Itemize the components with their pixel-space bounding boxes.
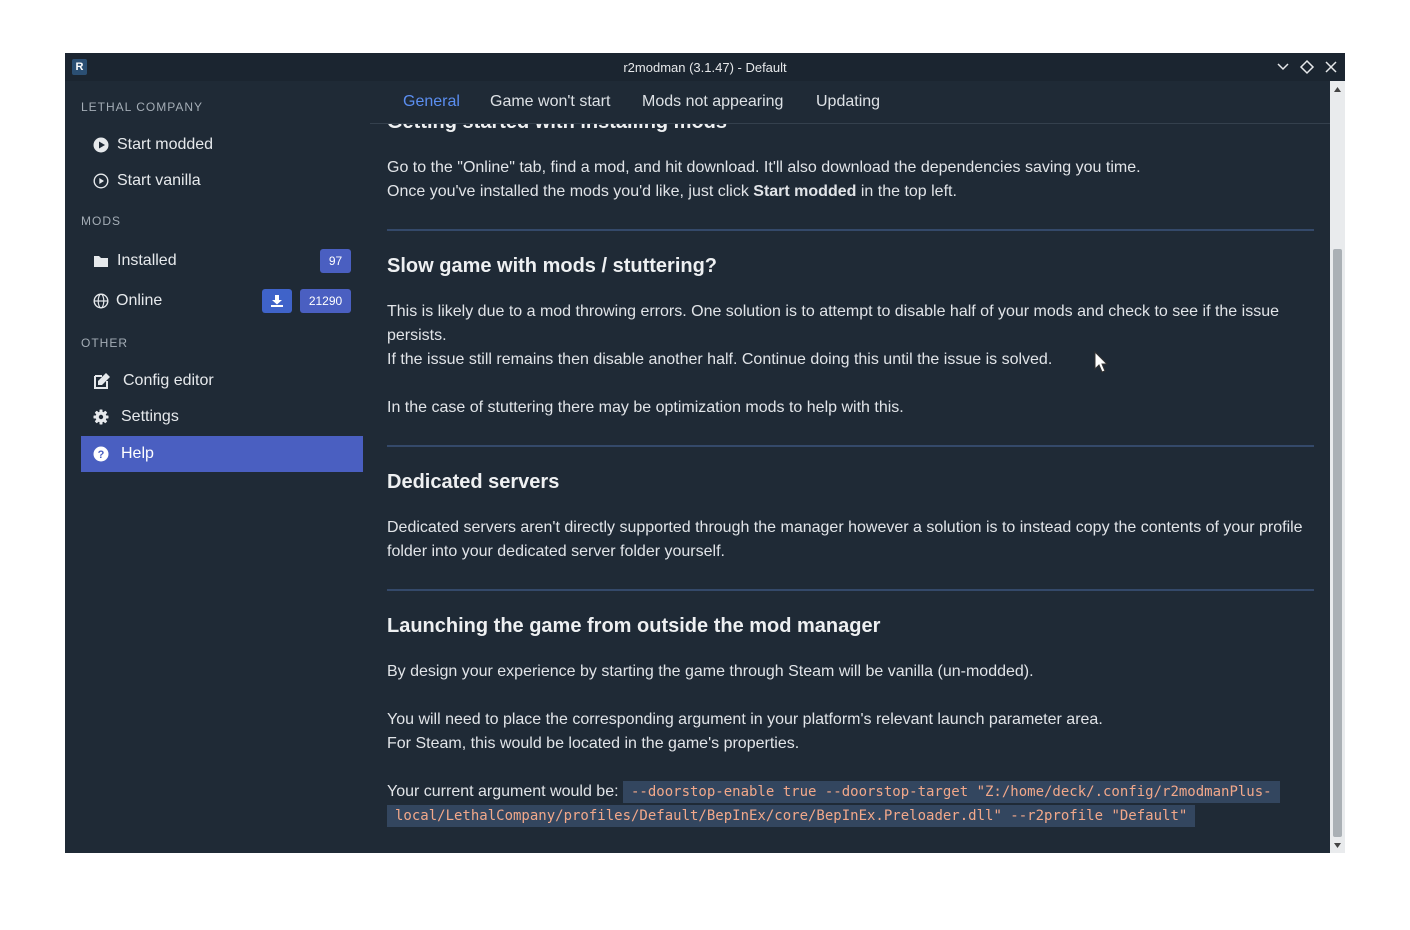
launch-argument-label: Your current argument would be: — [387, 783, 623, 800]
slow-game-paragraph-3: In the case of stuttering there may be o… — [387, 399, 904, 416]
launching-paragraph-2: You will need to place the corresponding… — [387, 711, 1103, 728]
window-title: r2modman (3.1.47) - Default — [623, 60, 787, 75]
download-button[interactable] — [262, 289, 292, 313]
minimize-icon — [1277, 63, 1289, 71]
slow-game-paragraph-1: This is likely due to a mod throwing err… — [387, 303, 1279, 344]
download-icon — [271, 295, 283, 307]
play-circle-outline-icon — [93, 173, 109, 189]
edit-icon — [94, 373, 110, 389]
sidebar-item-label: Settings — [121, 408, 179, 425]
tab-general[interactable]: General — [403, 93, 460, 111]
sidebar-item-label: Installed — [117, 252, 177, 269]
tab-updating[interactable]: Updating — [816, 93, 880, 111]
sidebar-item-label: Help — [121, 445, 154, 462]
help-tabs: General Game won't start Mods not appear… — [370, 81, 1330, 124]
getting-started-line-2: Once you've installed the mods you'd lik… — [387, 183, 957, 200]
sidebar-item-label: Start modded — [117, 136, 214, 153]
question-circle-icon: ? — [93, 446, 109, 462]
start-modded-emphasis: Start modded — [753, 183, 857, 200]
sidebar-item-label: Config editor — [123, 372, 214, 389]
close-icon — [1325, 61, 1337, 73]
app-window: R r2modman (3.1.47) - Default LETHAL COM… — [65, 53, 1345, 853]
globe-icon — [93, 293, 109, 309]
tab-mods-not-appearing[interactable]: Mods not appearing — [642, 93, 783, 111]
section-divider — [387, 445, 1314, 447]
maximize-icon — [1299, 59, 1315, 75]
svg-text:?: ? — [98, 449, 105, 461]
maximize-button[interactable] — [1298, 58, 1316, 76]
installed-count-badge: 97 — [320, 249, 351, 273]
launch-argument: Your current argument would be: --doorst… — [387, 780, 1314, 828]
scrollbar-thumb[interactable] — [1333, 249, 1342, 837]
online-count-badge: 21290 — [300, 289, 351, 313]
slow-game-paragraph-2: If the issue still remains then disable … — [387, 351, 1053, 368]
sidebar: LETHAL COMPANY Start modded Start vanill… — [65, 81, 370, 853]
sidebar-item-settings[interactable]: Settings — [81, 399, 363, 435]
section-label-other: OTHER — [81, 336, 128, 350]
section-heading-dedicated: Dedicated servers — [387, 471, 560, 493]
play-circle-icon — [93, 137, 109, 153]
scroll-up-icon[interactable] — [1333, 85, 1342, 94]
sidebar-item-start-modded[interactable]: Start modded — [81, 127, 363, 163]
sidebar-item-online[interactable]: Online 21290 — [81, 283, 363, 319]
dedicated-paragraph: Dedicated servers aren't directly suppor… — [387, 519, 1303, 560]
title-bar: R r2modman (3.1.47) - Default — [65, 53, 1345, 81]
scroll-down-icon[interactable] — [1333, 841, 1342, 850]
section-label-game: LETHAL COMPANY — [81, 100, 204, 114]
section-heading-launching: Launching the game from outside the mod … — [387, 615, 881, 637]
sidebar-item-label: Online — [116, 292, 163, 309]
close-button[interactable] — [1322, 58, 1340, 76]
content-scrollbar[interactable] — [1330, 81, 1345, 853]
section-heading-slow-game: Slow game with mods / stuttering? — [387, 255, 718, 277]
sidebar-item-label: Start vanilla — [117, 172, 201, 189]
launching-paragraph-1: By design your experience by starting th… — [387, 663, 1034, 680]
sidebar-item-help[interactable]: ? Help — [81, 436, 363, 472]
gear-icon — [93, 409, 109, 425]
folder-icon — [94, 256, 108, 267]
section-divider — [387, 589, 1314, 591]
getting-started-line-1: Go to the "Online" tab, find a mod, and … — [387, 159, 1141, 176]
sidebar-item-start-vanilla[interactable]: Start vanilla — [81, 163, 363, 199]
tab-game-wont-start[interactable]: Game won't start — [490, 93, 610, 111]
sidebar-item-config-editor[interactable]: Config editor — [81, 363, 363, 399]
launching-paragraph-3: For Steam, this would be located in the … — [387, 735, 800, 752]
mouse-cursor-icon — [1094, 351, 1109, 373]
section-label-mods: MODS — [81, 214, 121, 228]
help-content: Getting started with installing mods Go … — [370, 81, 1330, 853]
section-divider — [387, 229, 1314, 231]
sidebar-item-installed[interactable]: Installed 97 — [81, 243, 363, 279]
minimize-button[interactable] — [1274, 58, 1292, 76]
